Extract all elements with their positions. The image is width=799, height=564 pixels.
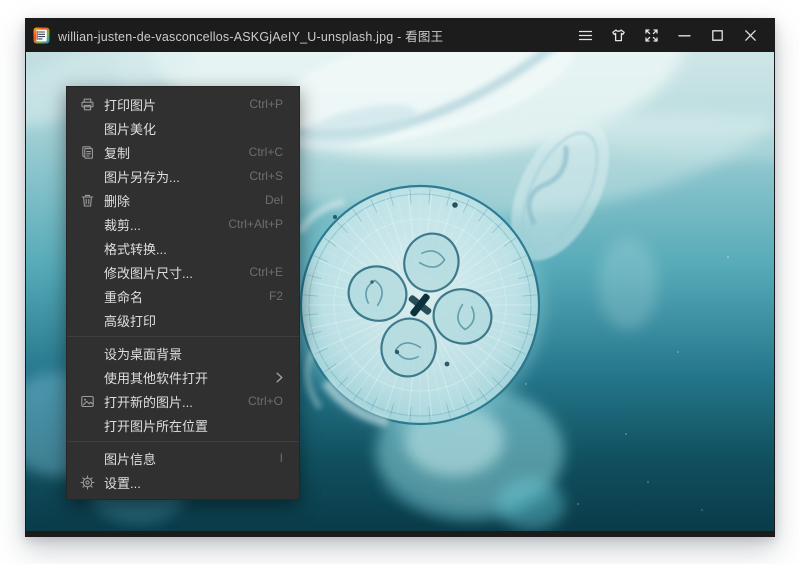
- menu-item-label: 重命名: [104, 287, 257, 306]
- menu-item-icon-spacer: [80, 241, 96, 256]
- menu-item-label: 修改图片尺寸...: [104, 263, 237, 282]
- menu-item-shortcut: Ctrl+E: [249, 265, 283, 279]
- menu-item-label: 打开图片所在位置: [104, 416, 283, 435]
- menu-item-label: 复制: [104, 143, 237, 162]
- menu-item[interactable]: 设为桌面背景: [67, 341, 299, 365]
- screenshot-root: { "titlebar": { "title": "willian-justen…: [0, 0, 799, 564]
- window-title: willian-justen-de-vasconcellos-ASKGjAeIY…: [58, 26, 569, 45]
- menu-button[interactable]: [569, 18, 602, 52]
- menu-item-label: 删除: [104, 191, 253, 210]
- printer-icon: [80, 97, 96, 112]
- menu-item-label: 图片信息: [104, 449, 268, 468]
- skin-icon: [611, 28, 626, 43]
- submenu-arrow-icon: [276, 372, 283, 383]
- maximize-button[interactable]: [701, 18, 734, 52]
- menu-item-icon-spacer: [80, 289, 96, 304]
- minimize-icon: [677, 28, 692, 43]
- menu-item-label: 格式转换...: [104, 239, 283, 258]
- menu-item-label: 高级打印: [104, 311, 283, 330]
- menu-item[interactable]: 使用其他软件打开: [67, 365, 299, 389]
- menu-item-icon-spacer: [80, 346, 96, 361]
- menu-item-icon-spacer: [80, 313, 96, 328]
- trash-icon: [80, 193, 96, 208]
- fullscreen-button[interactable]: [635, 18, 668, 52]
- menu-item-shortcut: F2: [269, 289, 283, 303]
- menu-item[interactable]: 重命名 F2: [67, 284, 299, 308]
- menu-item-icon-spacer: [80, 121, 96, 136]
- menu-item-label: 打开新的图片...: [104, 392, 236, 411]
- close-button[interactable]: [734, 18, 767, 52]
- menu-item-label: 图片另存为...: [104, 167, 237, 186]
- menu-separator: [67, 441, 299, 442]
- menu-separator: [67, 336, 299, 337]
- menu-icon: [578, 28, 593, 43]
- menu-item[interactable]: 格式转换...: [67, 236, 299, 260]
- menu-item[interactable]: 设置...: [67, 470, 299, 494]
- gear-icon: [80, 475, 96, 490]
- context-menu: 打印图片 Ctrl+P 图片美化复制 Ctrl+C 图片另存为... Ctrl+S 删除 De…: [66, 86, 300, 500]
- menu-item-shortcut: Ctrl+O: [248, 394, 283, 408]
- menu-item-icon-spacer: [80, 169, 96, 184]
- menu-item-label: 设置...: [104, 473, 283, 492]
- menu-item[interactable]: 打开新的图片... Ctrl+O: [67, 389, 299, 413]
- menu-item[interactable]: 高级打印: [67, 308, 299, 332]
- app-icon: [33, 27, 50, 44]
- menu-item-label: 图片美化: [104, 119, 283, 138]
- window-controls: [569, 18, 767, 52]
- menu-item[interactable]: 复制 Ctrl+C: [67, 140, 299, 164]
- menu-item-label: 裁剪...: [104, 215, 216, 234]
- menu-item[interactable]: 打开图片所在位置: [67, 413, 299, 437]
- menu-item[interactable]: 打印图片 Ctrl+P: [67, 92, 299, 116]
- menu-item-icon-spacer: [80, 265, 96, 280]
- image-icon: [80, 394, 96, 409]
- copy-icon: [80, 145, 96, 160]
- menu-item-icon-spacer: [80, 217, 96, 232]
- minimize-button[interactable]: [668, 18, 701, 52]
- menu-item[interactable]: 修改图片尺寸... Ctrl+E: [67, 260, 299, 284]
- menu-item[interactable]: 图片信息 I: [67, 446, 299, 470]
- menu-item[interactable]: 图片另存为... Ctrl+S: [67, 164, 299, 188]
- menu-item-shortcut: Del: [265, 193, 283, 207]
- fullscreen-icon: [644, 28, 659, 43]
- menu-item[interactable]: 图片美化: [67, 116, 299, 140]
- skin-button[interactable]: [602, 18, 635, 52]
- maximize-icon: [710, 28, 725, 43]
- menu-item[interactable]: 裁剪... Ctrl+Alt+P: [67, 212, 299, 236]
- menu-item-shortcut: I: [280, 451, 283, 465]
- close-icon: [743, 28, 758, 43]
- menu-item-shortcut: Ctrl+S: [249, 169, 283, 183]
- menu-item-shortcut: Ctrl+P: [249, 97, 283, 111]
- menu-item-label: 打印图片: [104, 95, 237, 114]
- menu-item-shortcut: Ctrl+Alt+P: [228, 217, 283, 231]
- menu-item-shortcut: Ctrl+C: [249, 145, 283, 159]
- menu-item-icon-spacer: [80, 451, 96, 466]
- menu-item-icon-spacer: [80, 418, 96, 433]
- menu-item[interactable]: 删除 Del: [67, 188, 299, 212]
- menu-item-label: 使用其他软件打开: [104, 368, 264, 387]
- menu-item-icon-spacer: [80, 370, 96, 385]
- titlebar[interactable]: willian-justen-de-vasconcellos-ASKGjAeIY…: [25, 18, 775, 52]
- menu-item-label: 设为桌面背景: [104, 344, 283, 363]
